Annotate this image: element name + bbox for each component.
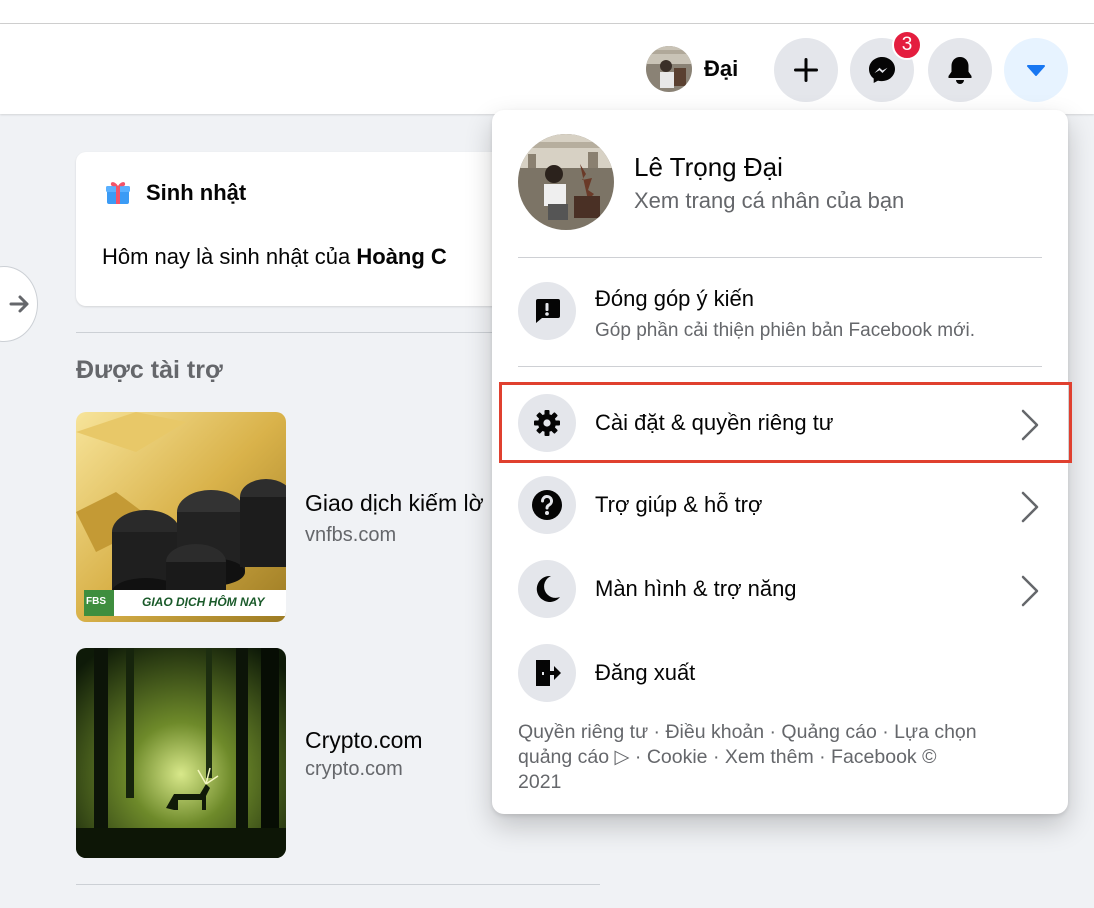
ad-image-crypto[interactable]: [76, 648, 286, 858]
ad-banner-text: GIAO DỊCH HÔM NAY: [142, 595, 265, 609]
divider: [76, 884, 600, 885]
avatar: [518, 134, 614, 230]
menu-profile-name: Lê Trọng Đại: [634, 152, 783, 182]
sponsored-title: Được tài trợ: [76, 356, 223, 384]
menu-item-help-support[interactable]: Trợ giúp & hỗ trợ: [518, 468, 1042, 544]
menu-item-feedback[interactable]: Đóng góp ý kiến Góp phần cải thiện phiên…: [518, 274, 1042, 350]
feedback-icon: [518, 282, 576, 340]
browser-chrome-strip: [0, 0, 1094, 24]
ad-title-crypto[interactable]: Crypto.com: [305, 727, 423, 754]
logout-label: Đăng xuất: [595, 660, 696, 685]
plus-icon: [794, 58, 818, 82]
menu-divider: [518, 366, 1042, 367]
moon-icon: [518, 560, 576, 618]
menu-item-logout[interactable]: Đăng xuất: [518, 636, 1042, 712]
birthday-person[interactable]: Hoàng C: [356, 244, 446, 269]
ad-image-fbs[interactable]: FBS GIAO DỊCH HÔM NAY: [76, 412, 286, 622]
chevron-right-icon: [1021, 575, 1039, 607]
notifications-button[interactable]: [928, 38, 992, 102]
notification-badge: 3: [892, 30, 922, 60]
ad-banner-logo: FBS: [86, 596, 106, 607]
messenger-icon: [869, 57, 895, 83]
menu-divider: [518, 257, 1042, 258]
ad-domain-crypto: crypto.com: [305, 758, 403, 780]
birthday-card: Sinh nhật Hôm nay là sinh nhật của Hoàng…: [76, 152, 546, 306]
footer-line: 2021: [518, 771, 562, 793]
highlight-annotation-box: [499, 382, 1072, 463]
birthday-text-prefix: Hôm nay là sinh nhật của: [102, 244, 357, 269]
feedback-label: Đóng góp ý kiến: [595, 286, 754, 311]
top-navigation-bar: Đại 3: [0, 24, 1094, 114]
help-support-label: Trợ giúp & hỗ trợ: [595, 492, 763, 517]
profile-name: Đại: [704, 56, 739, 81]
logout-icon: [518, 644, 576, 702]
display-accessibility-label: Màn hình & trợ năng: [595, 576, 797, 601]
avatar: [646, 46, 692, 92]
bell-icon: [948, 57, 972, 84]
gift-icon: [106, 182, 130, 204]
feedback-description: Góp phần cải thiện phiên bản Facebook mớ…: [595, 320, 976, 341]
footer-links: Quyền riêng tư · Điều khoản · Quảng cáo …: [518, 720, 1048, 795]
question-icon: [518, 476, 576, 534]
create-button[interactable]: [774, 38, 838, 102]
birthday-text: Hôm nay là sinh nhật của Hoàng C: [102, 244, 447, 270]
arrow-right-icon: [9, 295, 29, 313]
footer-line[interactable]: quảng cáo ▷ · Cookie · Xem thêm · Facebo…: [518, 745, 1048, 770]
sidebar-expand-button[interactable]: [0, 266, 38, 342]
messenger-button[interactable]: 3: [850, 30, 922, 102]
birthday-title: Sinh nhật: [146, 180, 247, 205]
chevron-right-icon: [1021, 491, 1039, 523]
menu-profile-subtitle: Xem trang cá nhân của bạn: [634, 188, 905, 213]
menu-item-display-accessibility[interactable]: Màn hình & trợ năng: [518, 552, 1042, 628]
caret-down-icon: [1027, 65, 1045, 76]
account-menu-button[interactable]: [1004, 38, 1068, 102]
footer-line[interactable]: Quyền riêng tư · Điều khoản · Quảng cáo …: [518, 720, 1048, 745]
ad-title-fbs[interactable]: Giao dịch kiếm lờ: [305, 490, 484, 517]
ad-domain-fbs: vnfbs.com: [305, 524, 397, 546]
profile-shortcut[interactable]: Đại: [646, 44, 738, 94]
